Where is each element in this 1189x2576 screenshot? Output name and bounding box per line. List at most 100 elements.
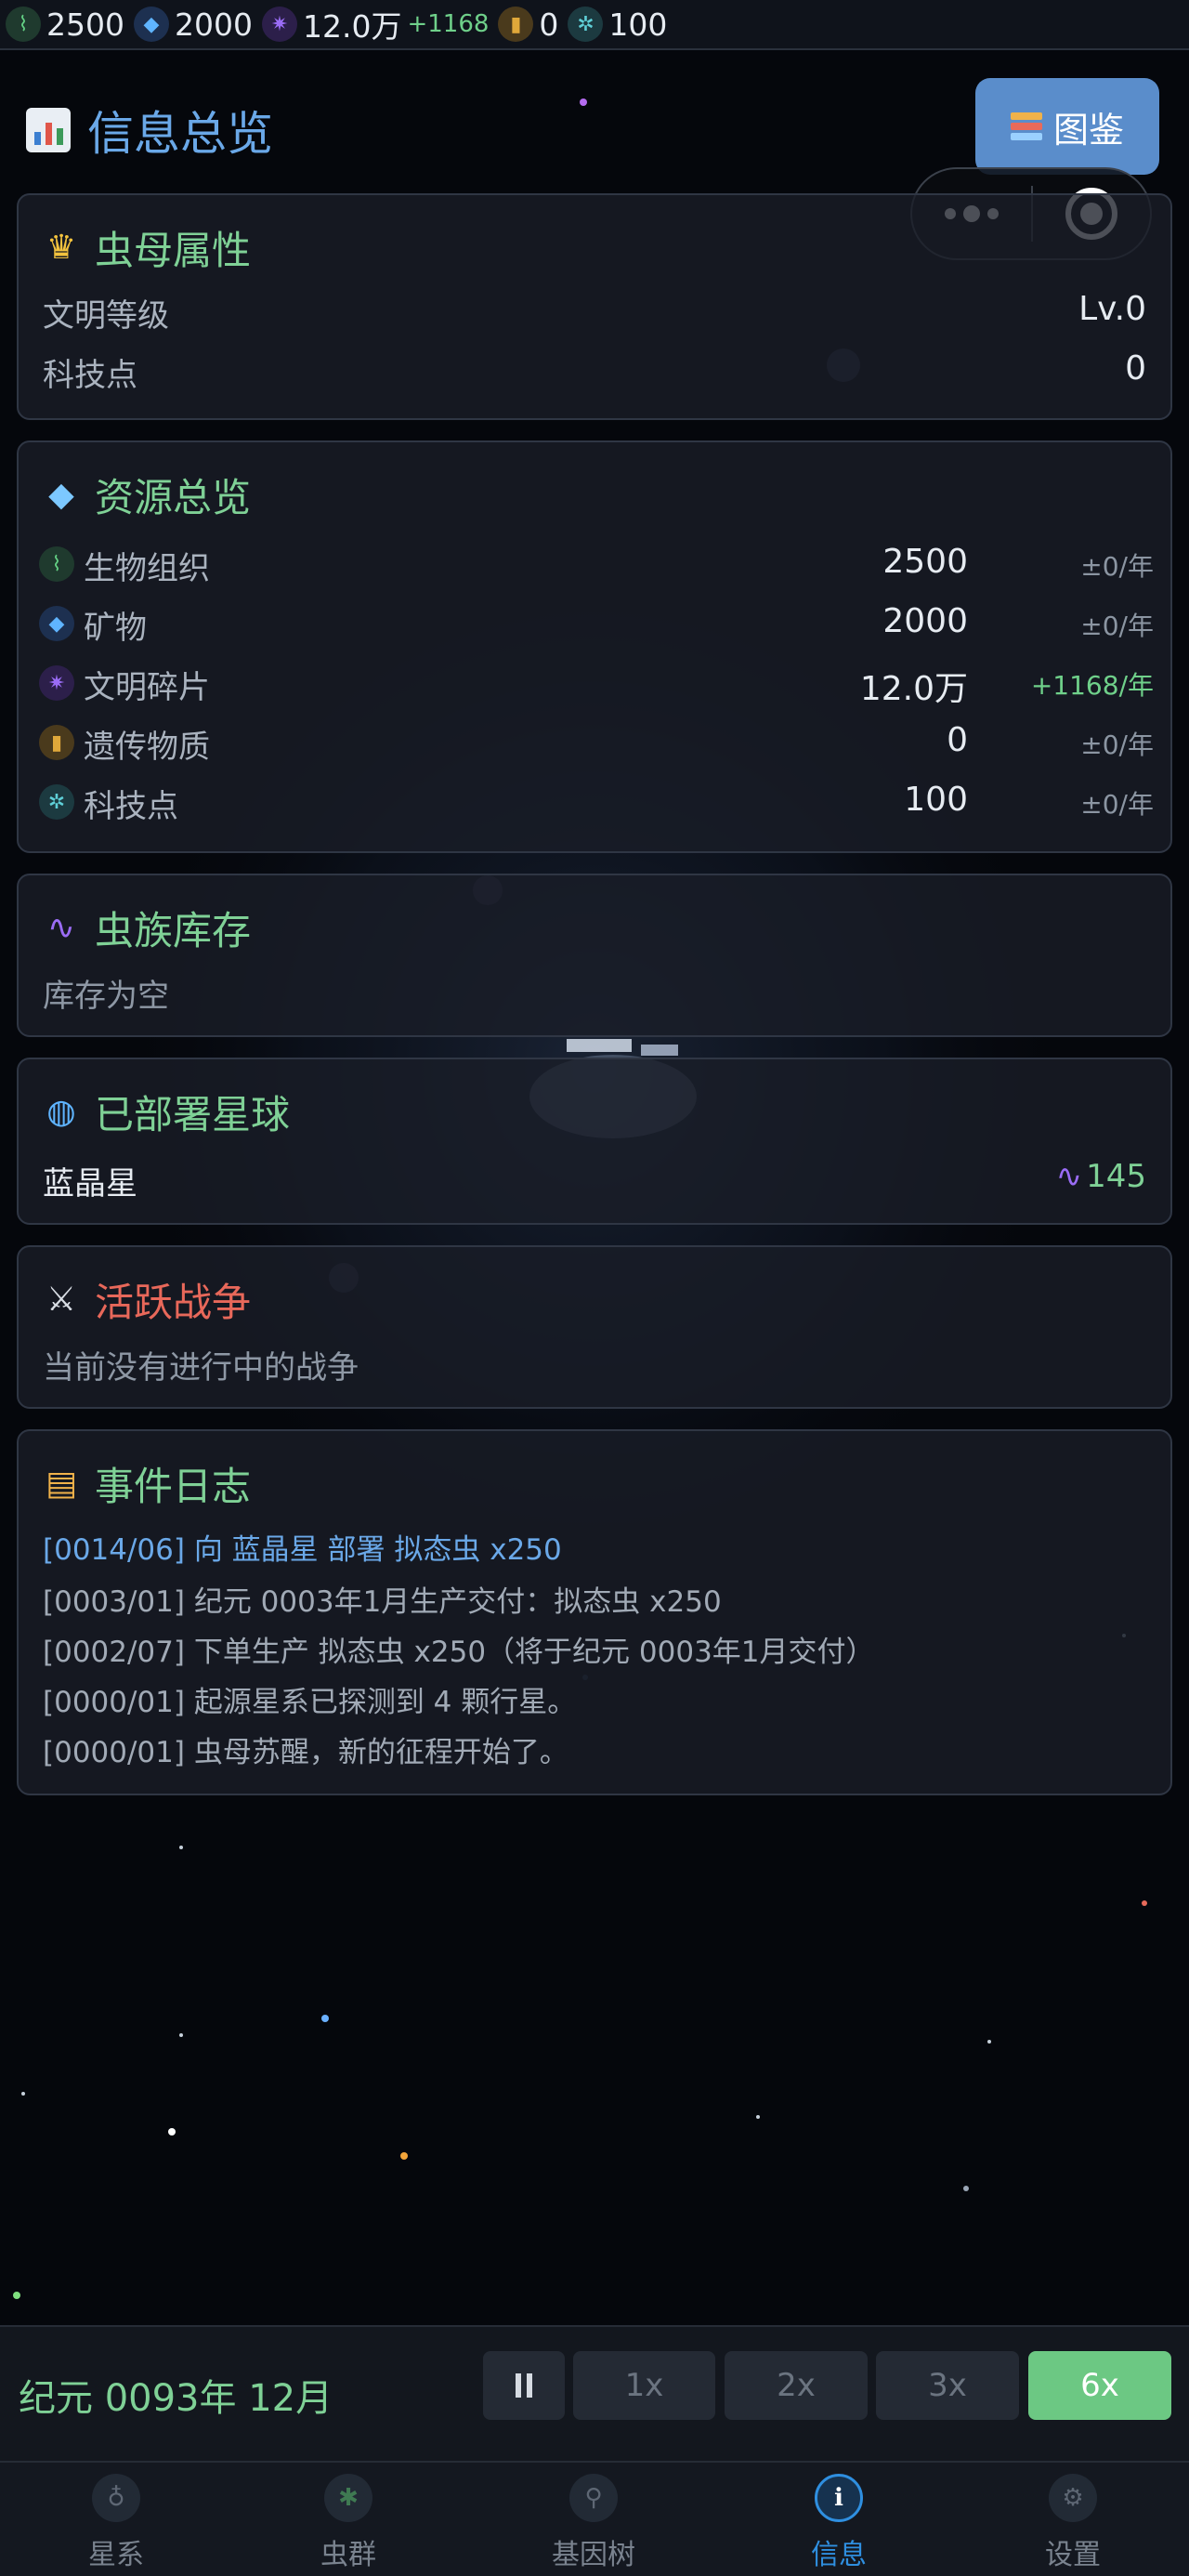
worm-icon: ∿ <box>46 909 76 947</box>
resource-row-civ: ✷ 文明碎片 12.0万 +1168/年 <box>39 660 1154 712</box>
gem-icon: ◆ <box>39 606 74 641</box>
page-title-text: 信息总览 <box>87 107 273 161</box>
log-line: [0003/01] 纪元 0003年1月生产交付：拟态虫 x250 <box>43 1585 722 1619</box>
resource-bio-value: 2500 <box>46 6 124 43</box>
inventory-card: ∿ 虫族库存 库存为空 <box>17 874 1172 1037</box>
nav-item-label: 虫群 <box>320 2539 376 2571</box>
inventory-empty-text: 库存为空 <box>43 978 169 1015</box>
log-line: [0002/07] 下单生产 拟态虫 x250（将于纪元 0003年1月交付） <box>43 1636 875 1669</box>
civ-level-label: 文明等级 <box>43 297 169 335</box>
event-log-title: ▤ 事件日志 <box>41 1455 251 1512</box>
resource-row-rate: ±0/年 <box>1080 729 1154 760</box>
inventory-title-text: 虫族库存 <box>95 908 252 953</box>
resource-row-rate: ±0/年 <box>1080 789 1154 820</box>
resource-row-value: 0 <box>947 721 968 759</box>
inventory-title: ∿ 虫族库存 <box>41 900 251 956</box>
resource-tech-value: 100 <box>608 6 668 43</box>
queen-attributes-title-text: 虫母属性 <box>95 228 252 273</box>
pause-icon <box>516 2373 532 2398</box>
dna-icon: ⌇ <box>6 7 41 42</box>
event-log-card: ▤ 事件日志 [0014/06] 向 蓝晶星 部署 拟态虫 x250 [0003… <box>17 1429 1172 1795</box>
diamond-icon: ◆ <box>48 476 74 514</box>
queen-attributes-card: ♛ 虫母属性 文明等级 Lv.0 科技点 0 <box>17 193 1172 420</box>
resource-row-label: 科技点 <box>84 788 178 825</box>
gear-icon: ✲ <box>39 784 74 820</box>
resource-bio: ⌇ 2500 <box>6 7 124 43</box>
resource-row-label: 生物组织 <box>84 550 210 587</box>
nav-item-label: 星系 <box>88 2539 144 2571</box>
log-line: [0000/01] 起源星系已探测到 4 颗行星。 <box>43 1686 577 1719</box>
globe-icon: ◍ <box>46 1093 76 1131</box>
resource-mineral: ◆ 2000 <box>133 6 253 43</box>
books-icon <box>1010 112 1042 140</box>
resource-row-label: 遗传物质 <box>84 729 210 766</box>
resources-title: ◆ 资源总览 <box>41 467 251 523</box>
planet-unit-value: 145 <box>1086 1158 1146 1195</box>
wars-empty-text: 当前没有进行中的战争 <box>43 1349 359 1387</box>
atlas-button[interactable]: 图鉴 <box>975 78 1159 175</box>
speed-2x-button[interactable]: 2x <box>725 2351 868 2420</box>
wars-card: ⚔ 活跃战争 当前没有进行中的战争 <box>17 1245 1172 1409</box>
resource-row-label: 矿物 <box>84 610 147 647</box>
resource-bar: ⌇ 2500 ◆ 2000 ✷ 12.0万 +1168 ▮ 0 ✲ 100 <box>0 0 1189 50</box>
bar-chart-icon <box>26 108 71 152</box>
log-line: [0000/01] 虫母苏醒，新的征程开始了。 <box>43 1736 568 1769</box>
resource-row-value: 2000 <box>882 602 968 640</box>
planet-name[interactable]: 蓝晶星 <box>43 1158 137 1203</box>
crossed-swords-icon: ⚔ <box>46 1281 77 1319</box>
pause-button[interactable] <box>483 2351 565 2420</box>
resources-title-text: 资源总览 <box>95 475 252 520</box>
resource-row-value: 2500 <box>882 543 968 581</box>
nav-item-label: 信息 <box>811 2539 867 2571</box>
genetic-icon: ▮ <box>39 725 74 760</box>
planets-title-text: 已部署星球 <box>95 1092 291 1137</box>
resource-civ-delta: +1168 <box>407 10 490 38</box>
gem-icon: ◆ <box>133 7 169 42</box>
nav-item-galaxy[interactable]: ♁ 星系 <box>23 2463 209 2576</box>
resource-civ-value: 12.0万 <box>302 8 402 45</box>
bottom-nav: ♁ 星系 ✱ 虫群 ⚲ 基因树 ℹ 信息 ⚙ 设置 <box>0 2461 1189 2576</box>
resource-row-bio: ⌇ 生物组织 2500 ±0/年 <box>39 541 1154 593</box>
gear-icon: ✲ <box>568 7 604 42</box>
civ-fragment-icon: ✷ <box>261 7 297 42</box>
civ-fragment-icon: ✷ <box>39 665 74 701</box>
planet-unit-count: ∿ 145 <box>1056 1158 1146 1195</box>
wars-title-text: 活跃战争 <box>95 1280 252 1325</box>
speed-6x-button[interactable]: 6x <box>1028 2351 1171 2420</box>
resource-civ: ✷ 12.0万 +1168 <box>261 2 490 46</box>
worm-icon: ∿ <box>1055 1158 1083 1195</box>
queen-tech-value: 0 <box>1125 349 1146 388</box>
resource-genetic-value: 0 <box>539 6 559 43</box>
resource-mineral-value: 2000 <box>174 6 253 43</box>
resource-row-value: 12.0万 <box>859 670 968 708</box>
resource-row-rate: ±0/年 <box>1080 551 1154 582</box>
speed-3x-button[interactable]: 3x <box>876 2351 1019 2420</box>
gene-tree-icon: ⚲ <box>569 2474 618 2522</box>
queen-attributes-title: ♛ 虫母属性 <box>41 219 251 276</box>
speed-1x-button[interactable]: 1x <box>573 2351 715 2420</box>
nav-item-info[interactable]: ℹ 信息 <box>746 2463 932 2576</box>
resources-card: ◆ 资源总览 ⌇ 生物组织 2500 ±0/年 ◆ 矿物 2000 ±0/年 ✷… <box>17 440 1172 853</box>
resource-row-tech: ✲ 科技点 100 ±0/年 <box>39 779 1154 831</box>
planets-title: ◍ 已部署星球 <box>41 1084 290 1140</box>
resource-row-value: 100 <box>904 781 968 819</box>
scroll-icon: ▤ <box>45 1465 77 1503</box>
wars-title: ⚔ 活跃战争 <box>41 1271 251 1328</box>
planets-card: ◍ 已部署星球 蓝晶星 ∿ 145 <box>17 1058 1172 1225</box>
log-line: [0014/06] 向 蓝晶星 部署 拟态虫 x250 <box>43 1533 562 1567</box>
nav-item-settings[interactable]: ⚙ 设置 <box>980 2463 1166 2576</box>
genetic-icon: ▮ <box>498 7 534 42</box>
nav-item-swarm[interactable]: ✱ 虫群 <box>255 2463 441 2576</box>
atlas-button-label: 图鉴 <box>1052 109 1124 151</box>
event-log-title-text: 事件日志 <box>95 1464 252 1509</box>
civ-level-value: Lv.0 <box>1078 290 1146 328</box>
bug-icon: ✱ <box>324 2474 372 2522</box>
settings-icon: ⚙ <box>1049 2474 1097 2522</box>
time-control-bar: 纪元 0093年 12月 1x 2x 3x 6x <box>0 2325 1189 2461</box>
resource-row-mineral: ◆ 矿物 2000 ±0/年 <box>39 600 1154 652</box>
nav-item-gene-tree[interactable]: ⚲ 基因树 <box>501 2463 686 2576</box>
resource-tech: ✲ 100 <box>568 7 667 43</box>
crown-icon: ♛ <box>46 229 77 267</box>
page-title: 信息总览 <box>26 97 273 164</box>
planet-icon: ♁ <box>92 2474 140 2522</box>
